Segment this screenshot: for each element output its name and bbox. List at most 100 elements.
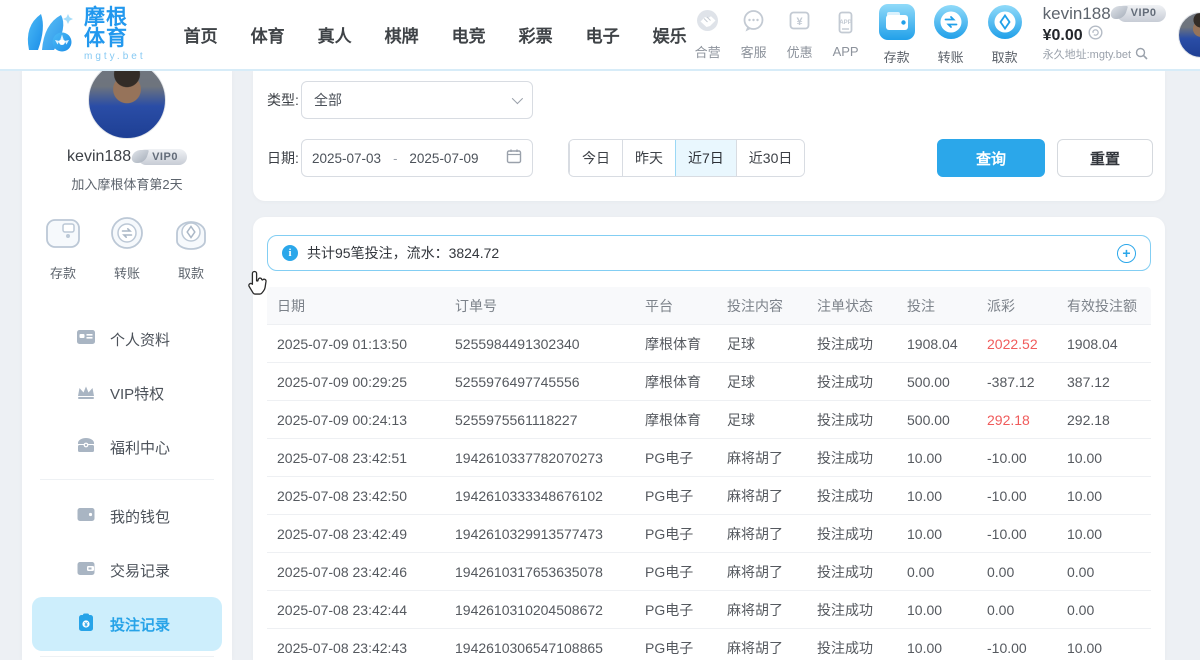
filter-panel: 类型: 全部 日期: 2025-07-03 - 2025-07-09 今日 昨天… (253, 71, 1165, 201)
service-label: 客服 (741, 42, 767, 61)
nav-item[interactable]: 彩票 (519, 22, 553, 47)
column-header-order: 订单号 (455, 296, 645, 316)
cell-bet-amount: 500.00 (907, 412, 987, 428)
withdraw-gem-icon (987, 4, 1023, 45)
quick-range-button[interactable]: 昨天 (622, 140, 675, 176)
cell-order-number: 5255976497745556 (455, 374, 645, 390)
cell-valid-amount: 1908.04 (1067, 336, 1151, 352)
withdraw-button[interactable]: 取款 (981, 4, 1029, 66)
nav-item[interactable]: 体育 (251, 22, 285, 47)
table-row: 2025-07-08 23:42:51 1942610337782070273 … (267, 439, 1151, 477)
sidebar-transfer-button[interactable]: 转账 (107, 213, 147, 282)
deposit-wallet-icon (879, 4, 915, 45)
menu-divider (40, 479, 214, 480)
header-right: 合营 客服 ¥ 优惠 APP APP (687, 3, 1200, 66)
cell-status: 投注成功 (817, 524, 907, 544)
nav-item[interactable]: 娱乐 (653, 22, 687, 47)
sidebar-item-vip[interactable]: VIP特权 (32, 366, 222, 420)
search-button[interactable]: 查询 (937, 139, 1045, 177)
permanent-address: 永久地址:mgty.bet (1043, 49, 1131, 63)
main-nav: 首页 体育 真人 棋牌 电竞 彩票 电子 娱乐 (184, 22, 687, 47)
cell-date: 2025-07-08 23:42:51 (267, 450, 455, 466)
svg-text:¥: ¥ (797, 16, 804, 28)
brand-title: 摩根体育 (84, 7, 146, 49)
table-row: 2025-07-08 23:42:46 1942610317653635078 … (267, 553, 1151, 591)
cell-bet-content: 足球 (727, 334, 817, 354)
date-range-input[interactable]: 2025-07-03 - 2025-07-09 (301, 139, 533, 177)
nav-item[interactable]: 电子 (586, 22, 620, 47)
quick-range-button[interactable]: 近30日 (736, 140, 805, 176)
cell-status: 投注成功 (817, 486, 907, 506)
deposit-outline-icon (43, 213, 83, 258)
quick-range-button[interactable]: 近7日 (675, 140, 736, 176)
cell-bet-amount: 10.00 (907, 450, 987, 466)
transfer-arrows-icon (933, 4, 969, 45)
brand-domain: mgty.bet (84, 52, 146, 62)
sidebar-quick-actions: 存款 转账 取款 (22, 213, 232, 282)
cell-status: 投注成功 (817, 410, 907, 430)
app-button[interactable]: APP APP (825, 10, 867, 59)
user-block: kevin188 VIP0 ¥0.00 永久地址:mgty.bet (1043, 3, 1166, 66)
cell-valid-amount: 0.00 (1067, 564, 1151, 580)
cell-order-number: 1942610333348676102 (455, 488, 645, 504)
cell-order-number: 1942610337782070273 (455, 450, 645, 466)
cell-payout: 0.00 (987, 602, 1067, 618)
column-header-platform: 平台 (645, 296, 727, 316)
brand-logo-icon (22, 9, 76, 60)
cell-date: 2025-07-09 01:13:50 (267, 336, 455, 352)
date-separator: - (393, 151, 397, 166)
cell-bet-content: 足球 (727, 372, 817, 392)
partner-button[interactable]: 合营 (687, 8, 729, 61)
brand-logo[interactable]: 摩根体育 mgty.bet (22, 7, 146, 62)
cell-platform: 摩根体育 (645, 410, 727, 430)
cell-bet-amount: 10.00 (907, 526, 987, 542)
user-avatar[interactable] (1178, 12, 1200, 58)
type-select[interactable]: 全部 (301, 81, 533, 119)
balance-amount: ¥0.00 (1043, 26, 1083, 46)
yuan-coupon-icon: ¥ (786, 8, 813, 40)
sidebar-item-wallet[interactable]: 我的钱包 (32, 489, 222, 543)
nav-item[interactable]: 电竞 (452, 22, 486, 47)
table-header-row: 日期 订单号 平台 投注内容 注单状态 投注 派彩 有效投注额 (267, 287, 1151, 325)
table-row: 2025-07-08 23:42:43 1942610306547108865 … (267, 629, 1151, 660)
crown-icon (76, 381, 96, 406)
username[interactable]: kevin188 (1043, 3, 1111, 24)
cell-bet-amount: 10.00 (907, 602, 987, 618)
cell-bet-content: 麻将胡了 (727, 638, 817, 658)
cell-order-number: 5255975561118227 (455, 412, 645, 428)
sidebar-item-profile[interactable]: 个人资料 (32, 312, 222, 366)
nav-item[interactable]: 首页 (184, 22, 218, 47)
sidebar-deposit-button[interactable]: 存款 (43, 213, 83, 282)
sidebar-withdraw-button[interactable]: 取款 (171, 213, 211, 282)
cell-bet-content: 麻将胡了 (727, 448, 817, 468)
sidebar-item-transactions[interactable]: 交易记录 (32, 543, 222, 597)
quick-range-button[interactable]: 今日 (569, 140, 622, 176)
sidebar-menu: 个人资料 VIP特权 福利中心 我的钱包 (22, 312, 232, 660)
magnifier-icon[interactable] (1135, 46, 1148, 66)
bet-records-table: 日期 订单号 平台 投注内容 注单状态 投注 派彩 有效投注额 2025-07-… (267, 287, 1151, 660)
service-button[interactable]: 客服 (733, 8, 775, 61)
sidebar-item-welfare[interactable]: 福利中心 (32, 420, 222, 474)
promo-button[interactable]: ¥ 优惠 (779, 8, 821, 61)
cell-date: 2025-07-09 00:24:13 (267, 412, 455, 428)
cell-payout: -10.00 (987, 526, 1067, 542)
info-icon: i (282, 245, 298, 261)
cell-bet-amount: 0.00 (907, 564, 987, 580)
reset-button[interactable]: 重置 (1057, 139, 1153, 177)
deposit-button[interactable]: 存款 (873, 4, 921, 66)
cell-valid-amount: 10.00 (1067, 450, 1151, 466)
transfer-button[interactable]: 转账 (927, 4, 975, 66)
sidebar-avatar[interactable] (88, 71, 166, 139)
expand-icon[interactable]: + (1117, 244, 1136, 263)
nav-item[interactable]: 真人 (318, 22, 352, 47)
sidebar-withdraw-label: 取款 (178, 263, 204, 282)
cell-payout: 2022.52 (987, 336, 1067, 352)
nav-item[interactable]: 棋牌 (385, 22, 419, 47)
cell-status: 投注成功 (817, 334, 907, 354)
cell-order-number: 1942610317653635078 (455, 564, 645, 580)
records-panel: i 共计95笔投注，流水：3824.72 + 日期 订单号 平台 投注内容 注单… (253, 217, 1165, 660)
cell-date: 2025-07-08 23:42:44 (267, 602, 455, 618)
refresh-balance-icon[interactable] (1088, 25, 1103, 46)
cell-valid-amount: 0.00 (1067, 602, 1151, 618)
sidebar-item-bet-records[interactable]: ¥ 投注记录 (32, 597, 222, 651)
